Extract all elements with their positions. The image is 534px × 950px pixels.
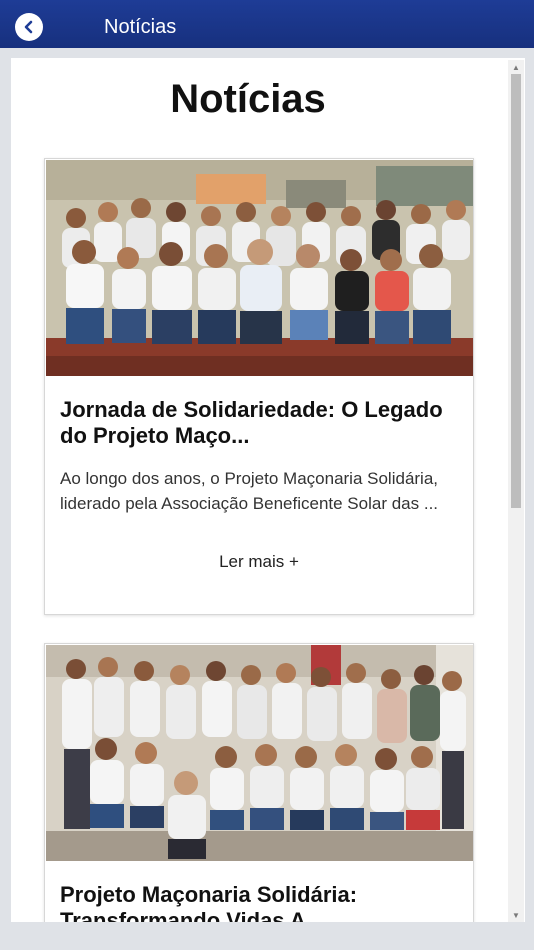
article-excerpt: Ao longo dos anos, o Projeto Maçonaria S… (60, 469, 439, 513)
article-photo[interactable] (46, 160, 473, 376)
article-photo[interactable] (46, 645, 473, 861)
chevron-left-icon (24, 20, 33, 34)
vertical-scrollbar[interactable]: ▲ ▼ (508, 60, 524, 922)
article-title[interactable]: Jornada de Solidariedade: O Legado do Pr… (60, 397, 465, 449)
arrow-up-icon[interactable]: ▲ (508, 60, 524, 74)
bottom-margin (0, 922, 534, 950)
read-more-link[interactable]: Ler mais + (45, 551, 473, 573)
app-header: Notícias (0, 0, 534, 48)
back-button[interactable] (15, 13, 43, 41)
page-title: Notícias (170, 77, 326, 121)
news-card[interactable]: Jornada de Solidariedade: O Legado do Pr… (44, 158, 474, 615)
scrollbar-thumb[interactable] (511, 74, 521, 508)
header-title: Notícias (104, 16, 177, 38)
news-card[interactable]: Projeto Maçonaria Solidária: Transforman… (44, 643, 474, 945)
arrow-down-icon[interactable]: ▼ (508, 908, 524, 922)
